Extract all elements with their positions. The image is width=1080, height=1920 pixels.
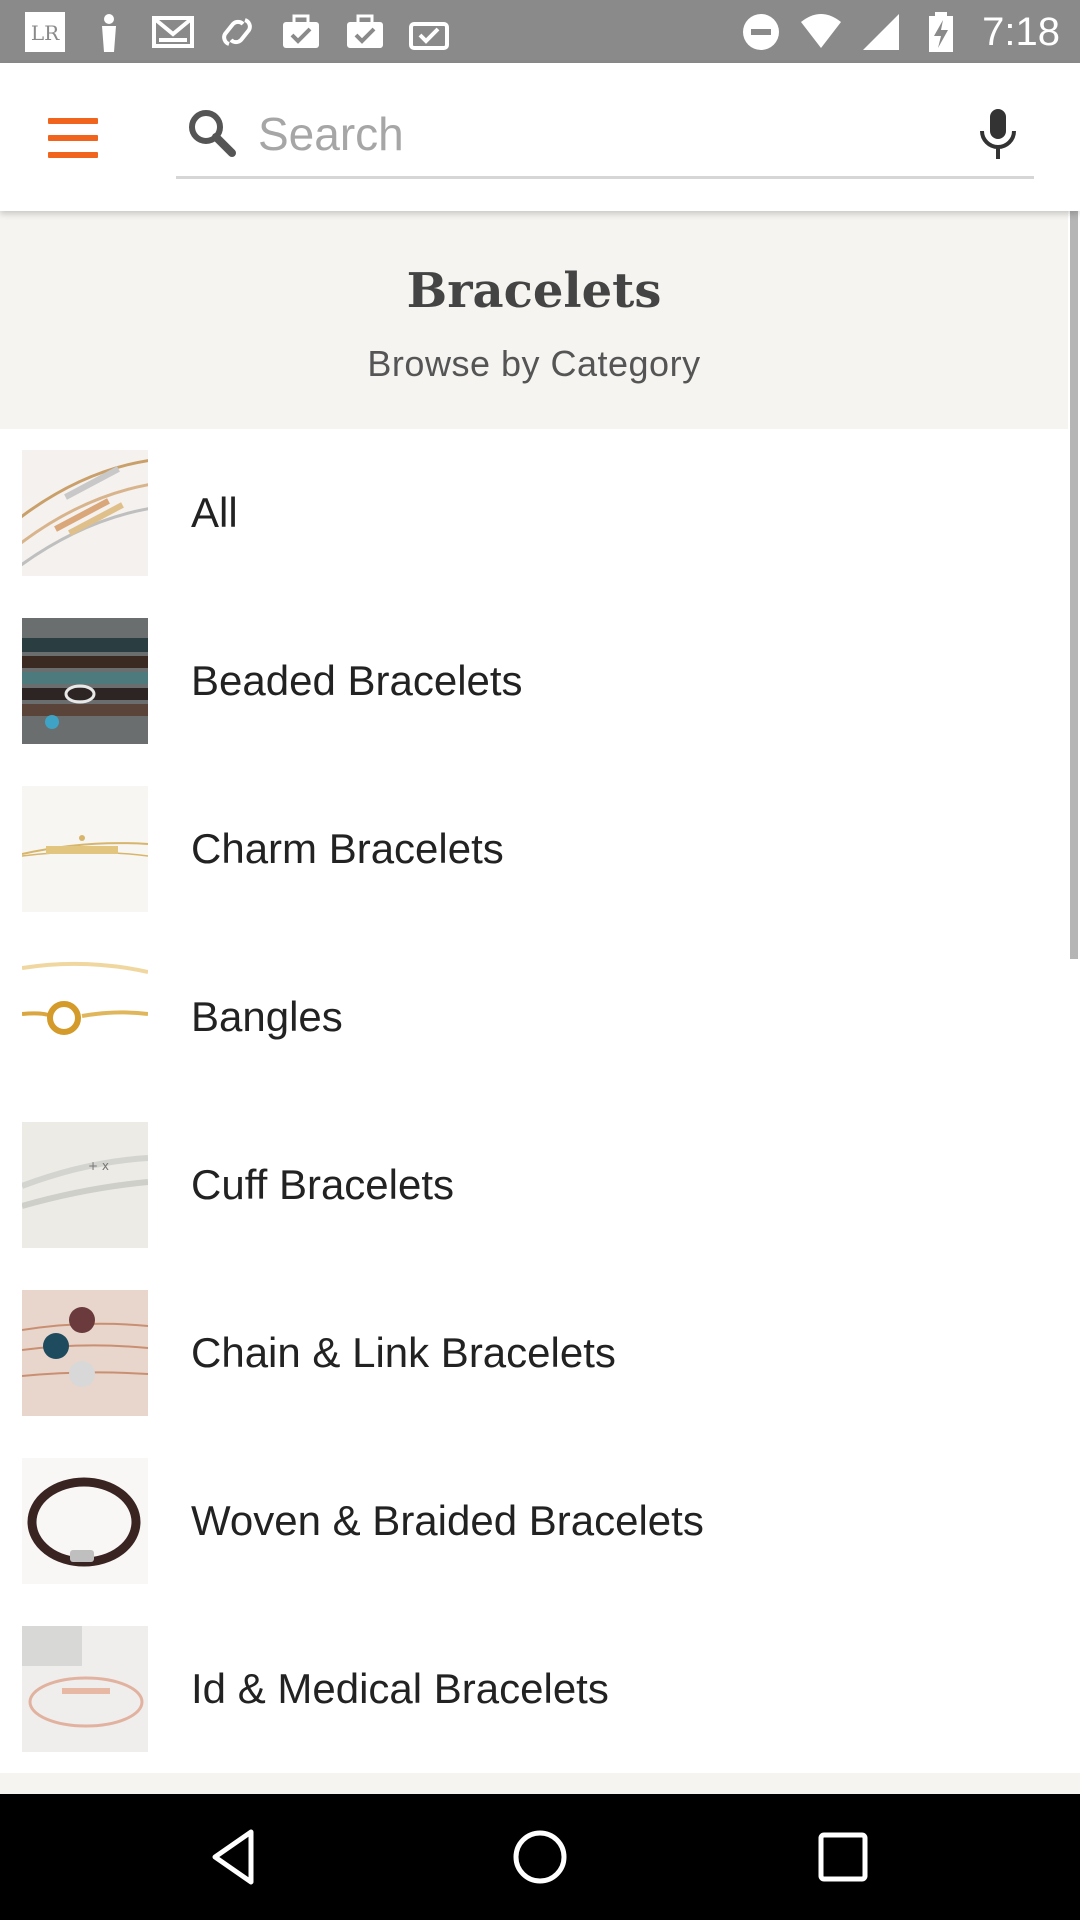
scrollbar[interactable] [1068,211,1080,1773]
page-subtitle: Browse by Category [367,343,701,384]
category-label: Woven & Braided Bracelets [191,1497,704,1544]
menu-line [48,152,98,158]
category-item-beaded-bracelets[interactable]: Beaded Bracelets [0,597,1068,765]
category-thumbnail [22,786,148,912]
search-input[interactable] [258,101,918,167]
category-item-chain-link-bracelets[interactable]: Chain & Link Bracelets [0,1269,1068,1437]
wifi-icon [798,9,844,55]
back-triangle-icon[interactable] [203,1824,269,1890]
system-status-icons: 7:18 [738,9,1060,55]
notification-icons: LR [22,9,452,55]
menu-line [48,118,98,124]
list-footer [0,1773,1080,1794]
svg-text:LR: LR [31,21,60,45]
category-banner: Bracelets Browse by Category [0,211,1068,429]
link-icon [214,9,260,55]
microphone-icon[interactable] [970,105,1026,163]
page-title: Bracelets [406,263,662,319]
category-label: Charm Bracelets [191,825,504,872]
category-item-all[interactable]: All [0,429,1068,597]
hamburger-menu-icon[interactable] [38,107,108,169]
search-header [0,63,1080,211]
task-check-icon [342,9,388,55]
category-item-cuff-bracelets[interactable]: + x Cuff Bracelets [0,1101,1068,1269]
category-item-id-medical-bracelets[interactable]: Id & Medical Bracelets [0,1605,1068,1773]
recents-square-icon[interactable] [810,1824,876,1890]
gmail-icon [150,9,196,55]
category-thumbnail [22,618,148,744]
scrollbar-thumb[interactable] [1070,211,1078,959]
search-bar[interactable] [176,93,1034,179]
svg-text:+ x: + x [88,1159,109,1173]
do-not-disturb-icon [738,9,784,55]
lr-app-icon: LR [22,9,68,55]
battery-charging-icon [918,9,964,55]
category-thumbnail: + x [22,1122,148,1248]
category-list: All Beaded Bracelets Charm Bracelets Ban… [0,429,1068,1773]
clock: 7:18 [982,9,1060,54]
search-icon [189,110,236,157]
status-bar: LR 7:18 [0,0,1080,63]
category-thumbnail [22,954,148,1080]
category-item-charm-bracelets[interactable]: Charm Bracelets [0,765,1068,933]
cell-signal-icon [858,9,904,55]
category-thumbnail [22,1458,148,1584]
category-label: All [191,489,238,536]
task-check-icon [278,9,324,55]
category-label: Cuff Bracelets [191,1161,455,1208]
system-nav-bar [0,1794,1080,1920]
person-icon [86,9,132,55]
category-label: Id & Medical Bracelets [191,1665,609,1712]
menu-line [48,135,98,141]
category-label: Chain & Link Bracelets [191,1329,616,1376]
home-circle-icon[interactable] [507,1824,573,1890]
category-label: Beaded Bracelets [191,657,523,704]
category-thumbnail [22,1290,148,1416]
category-thumbnail [22,450,148,576]
task-check-icon [406,9,452,55]
category-item-bangles[interactable]: Bangles [0,933,1068,1101]
category-label: Bangles [191,993,343,1040]
category-thumbnail [22,1626,148,1752]
category-item-woven-braided-bracelets[interactable]: Woven & Braided Bracelets [0,1437,1068,1605]
